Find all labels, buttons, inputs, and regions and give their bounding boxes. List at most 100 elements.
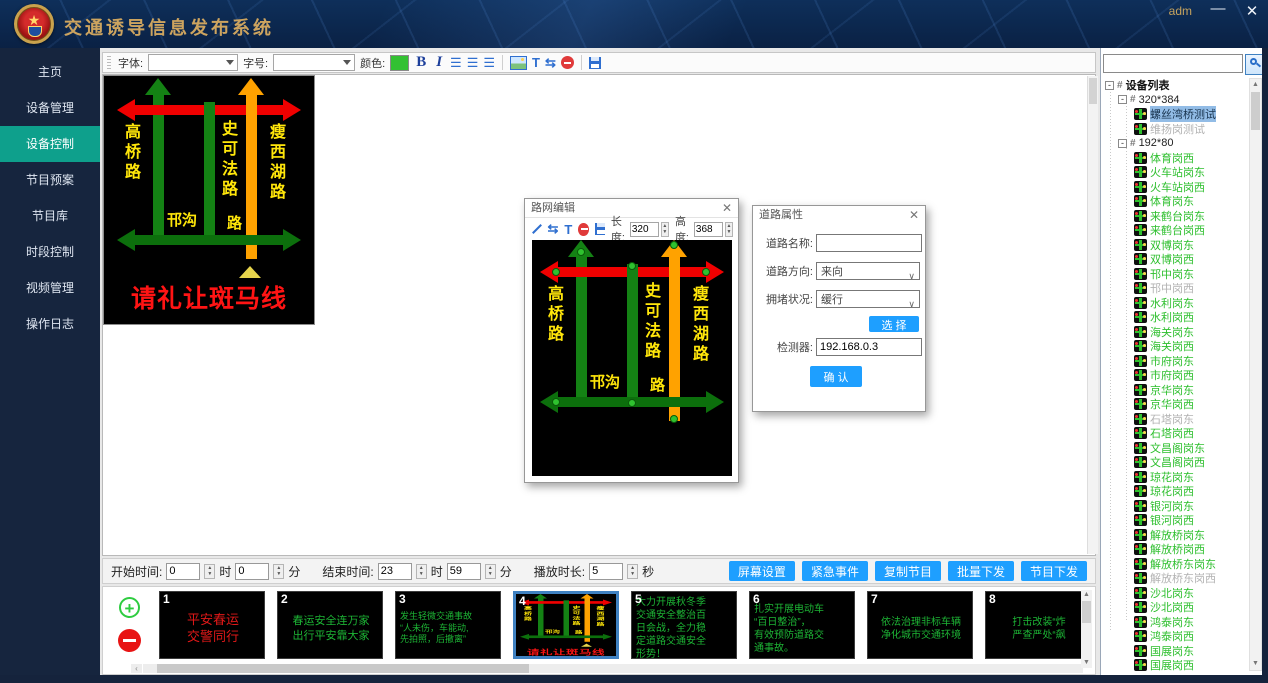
scroll-thumb[interactable] bbox=[157, 664, 529, 673]
scroll-thumb[interactable] bbox=[1082, 601, 1091, 623]
playlist-hscrollbar[interactable]: ‹ bbox=[143, 664, 1083, 673]
device-item[interactable]: 解放桥东岗东 bbox=[1103, 557, 1249, 572]
device-item[interactable]: 京华岗东 bbox=[1103, 383, 1249, 398]
end-minute-stepper[interactable]: ▲▼ bbox=[485, 564, 496, 579]
duration-stepper[interactable]: ▲▼ bbox=[627, 564, 638, 579]
scroll-up-arrow[interactable]: ▲ bbox=[1081, 590, 1092, 600]
device-item[interactable]: 银河岗东 bbox=[1103, 499, 1249, 514]
select-button[interactable]: 选 择 bbox=[869, 316, 919, 332]
device-item[interactable]: 维扬岗测试 bbox=[1103, 122, 1249, 137]
control-point[interactable] bbox=[628, 262, 636, 270]
device-item[interactable]: 双博岗东 bbox=[1103, 238, 1249, 253]
color-swatch[interactable] bbox=[390, 55, 409, 71]
control-point[interactable] bbox=[552, 268, 560, 276]
fontsize-select[interactable] bbox=[273, 54, 355, 71]
device-item[interactable]: 鸿泰岗西 bbox=[1103, 629, 1249, 644]
start-hour-input[interactable] bbox=[166, 563, 200, 580]
insert-text-icon[interactable]: T bbox=[564, 222, 572, 237]
batch-send-button[interactable]: 批量下发 bbox=[948, 561, 1014, 581]
playlist-item-2[interactable]: 2春运安全连万家出行平安靠大家 bbox=[277, 591, 383, 659]
length-input[interactable] bbox=[630, 222, 659, 237]
tree-group-label[interactable]: 320*384 bbox=[1139, 94, 1180, 106]
scroll-left-arrow[interactable]: ‹ bbox=[131, 664, 142, 673]
device-item[interactable]: 来鹤台岗西 bbox=[1103, 223, 1249, 238]
end-hour-stepper[interactable]: ▲▼ bbox=[416, 564, 427, 579]
device-tree-scrollbar[interactable]: ▲ ▼ bbox=[1249, 78, 1262, 671]
align-right-icon[interactable]: ☰ bbox=[483, 56, 495, 69]
device-item[interactable]: 文昌阁岗东 bbox=[1103, 441, 1249, 456]
fit-width-icon[interactable]: ⇆ bbox=[545, 55, 556, 71]
playlist-item-6[interactable]: 6扎实开展电动车“百日整治”，有效预防道路交通事故。 bbox=[749, 591, 855, 659]
sidebar-item-6[interactable]: 时段控制 bbox=[0, 234, 100, 270]
playlist-vscrollbar[interactable]: ▲ ▼ bbox=[1081, 590, 1092, 668]
toolbar-grip[interactable] bbox=[107, 56, 111, 70]
tree-group-label[interactable]: 192*80 bbox=[1139, 137, 1174, 149]
device-item[interactable]: 体育岗西 bbox=[1103, 151, 1249, 166]
congestion-select[interactable]: 缓行 ∨ bbox=[816, 290, 920, 308]
collapse-icon[interactable]: - bbox=[1118, 95, 1127, 104]
collapse-icon[interactable]: - bbox=[1105, 81, 1114, 90]
device-item[interactable]: 沙北岗东 bbox=[1103, 586, 1249, 601]
device-item[interactable]: 国展岗东 bbox=[1103, 644, 1249, 659]
device-item[interactable]: 市府岗西 bbox=[1103, 368, 1249, 383]
device-item[interactable]: 银河岗西 bbox=[1103, 513, 1249, 528]
scroll-thumb[interactable] bbox=[1251, 92, 1260, 130]
device-item[interactable]: 火车站岗西 bbox=[1103, 180, 1249, 195]
length-stepper[interactable]: ▲▼ bbox=[661, 222, 669, 237]
device-item[interactable]: 解放桥岗西 bbox=[1103, 542, 1249, 557]
start-minute-input[interactable] bbox=[235, 563, 269, 580]
device-item[interactable]: 石塔岗西 bbox=[1103, 426, 1249, 441]
save-icon[interactable] bbox=[589, 57, 601, 69]
italic-button[interactable]: I bbox=[433, 54, 445, 71]
road-direction-icon[interactable]: ⇆ bbox=[548, 221, 559, 237]
end-hour-input[interactable] bbox=[378, 563, 412, 580]
road-name-input[interactable] bbox=[816, 234, 922, 252]
collapse-icon[interactable]: - bbox=[1118, 139, 1127, 148]
device-item[interactable]: 沙北岗西 bbox=[1103, 600, 1249, 615]
control-point[interactable] bbox=[670, 241, 678, 249]
device-item[interactable]: 石塔岗东 bbox=[1103, 412, 1249, 427]
start-hour-stepper[interactable]: ▲▼ bbox=[204, 564, 215, 579]
preview-panel[interactable]: 高桥路 史可法路 瘦西湖路 邗沟 路 请礼让斑马线 bbox=[103, 75, 315, 325]
road-direction-select[interactable]: 来向 ∨ bbox=[816, 262, 920, 280]
device-item[interactable]: 螺丝湾桥测试 bbox=[1103, 107, 1249, 122]
device-item[interactable]: 水利岗西 bbox=[1103, 310, 1249, 325]
height-stepper[interactable]: ▲▼ bbox=[725, 222, 733, 237]
playlist-item-3[interactable]: 3发生轻微交通事故“人未伤，车能动,先拍照，后撤离” bbox=[395, 591, 501, 659]
device-item[interactable]: 邗中岗东 bbox=[1103, 267, 1249, 282]
align-center-icon[interactable]: ☰ bbox=[467, 56, 479, 69]
sidebar-item-7[interactable]: 视频管理 bbox=[0, 270, 100, 306]
device-item[interactable]: 来鹤台岗东 bbox=[1103, 209, 1249, 224]
control-point[interactable] bbox=[702, 268, 710, 276]
device-item[interactable]: 市府岗东 bbox=[1103, 354, 1249, 369]
playlist-item-8[interactable]: 8打击改装“炸严查严处“飙 bbox=[985, 591, 1091, 659]
scroll-down-arrow[interactable]: ▼ bbox=[1250, 658, 1261, 670]
device-item[interactable]: 国展岗西 bbox=[1103, 658, 1249, 671]
detector-input[interactable] bbox=[816, 338, 922, 356]
device-item[interactable]: 琼花岗东 bbox=[1103, 470, 1249, 485]
playlist-item-1[interactable]: 1平安春运交警同行 bbox=[159, 591, 265, 659]
sidebar-item-8[interactable]: 操作日志 bbox=[0, 306, 100, 342]
device-item[interactable]: 文昌阁岗西 bbox=[1103, 455, 1249, 470]
close-icon[interactable]: ✕ bbox=[909, 208, 919, 222]
insert-text-icon[interactable]: T bbox=[532, 55, 540, 70]
screen-settings-button[interactable]: 屏幕设置 bbox=[729, 561, 795, 581]
device-item[interactable]: 京华岗西 bbox=[1103, 397, 1249, 412]
device-item[interactable]: 水利岗东 bbox=[1103, 296, 1249, 311]
duration-input[interactable] bbox=[589, 563, 623, 580]
device-item-label[interactable]: 国展岗西 bbox=[1150, 657, 1194, 671]
scroll-down-arrow[interactable]: ▼ bbox=[1081, 658, 1092, 668]
emergency-event-button[interactable]: 紧急事件 bbox=[802, 561, 868, 581]
device-item[interactable]: 琼花岗西 bbox=[1103, 484, 1249, 499]
remove-program-button[interactable] bbox=[118, 629, 141, 652]
align-left-icon[interactable]: ☰ bbox=[450, 56, 462, 69]
device-item[interactable]: 邗中岗西 bbox=[1103, 281, 1249, 296]
control-point[interactable] bbox=[552, 398, 560, 406]
device-item[interactable]: 体育岗东 bbox=[1103, 194, 1249, 209]
playlist-item-7[interactable]: 7依法治理非标车辆净化城市交通环境 bbox=[867, 591, 973, 659]
close-icon[interactable]: ✕ bbox=[722, 201, 732, 215]
program-send-button[interactable]: 节目下发 bbox=[1021, 561, 1087, 581]
end-minute-input[interactable] bbox=[447, 563, 481, 580]
sidebar-item-2[interactable]: 设备管理 bbox=[0, 90, 100, 126]
start-minute-stepper[interactable]: ▲▼ bbox=[273, 564, 284, 579]
